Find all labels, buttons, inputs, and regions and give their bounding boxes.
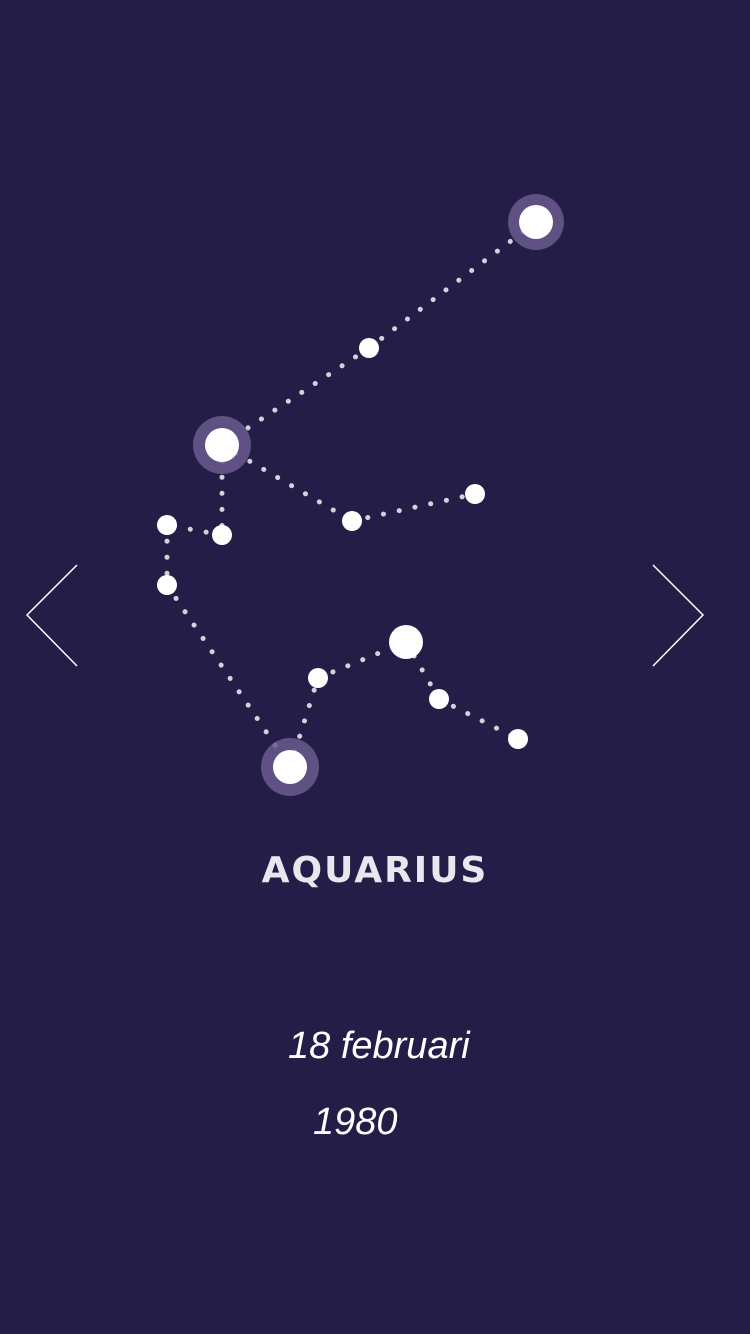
- next-sign-button[interactable]: [648, 560, 708, 670]
- chevron-left-icon: [25, 564, 78, 667]
- previous-sign-button[interactable]: [22, 560, 82, 670]
- birth-year: 1980: [313, 1101, 398, 1143]
- aquarius-constellation-icon: [157, 194, 564, 796]
- chevron-right-icon: [652, 564, 705, 667]
- birth-day-month: 18 februari: [288, 1025, 470, 1067]
- zodiac-screen: AQUARIUS 18 februari 1980: [0, 0, 750, 1334]
- zodiac-sign-name: AQUARIUS: [261, 850, 489, 891]
